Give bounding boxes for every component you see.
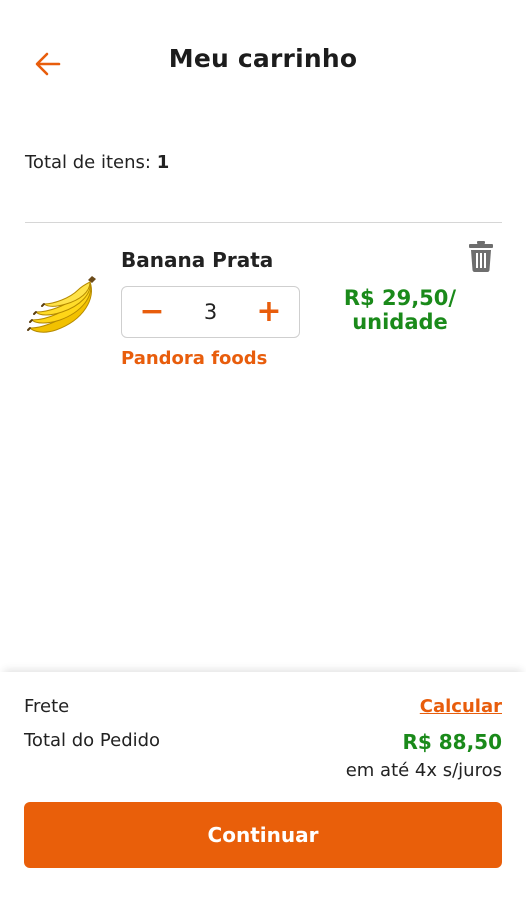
calculate-freight-link[interactable]: Calcular	[420, 696, 502, 717]
installments-text: em até 4x s/juros	[345, 760, 502, 781]
page-title: Meu carrinho	[168, 44, 358, 73]
order-total-label: Total do Pedido	[24, 730, 161, 751]
quantity-stepper: − 3 +	[121, 286, 300, 338]
order-total-value: R$ 88,50	[402, 730, 502, 754]
total-items-count: 1	[156, 152, 170, 173]
remove-item-button[interactable]	[465, 238, 497, 274]
cart-item: Banana Prata − 3 + Pandora foods R$ 29,5…	[0, 224, 526, 384]
increment-button[interactable]: +	[243, 287, 295, 337]
seller-name[interactable]: Pandora foods	[121, 348, 267, 369]
continue-button[interactable]: Continuar	[24, 802, 502, 868]
divider	[25, 222, 502, 223]
product-name: Banana Prata	[121, 248, 274, 272]
unit-price-unit: unidade	[352, 310, 448, 334]
trash-icon	[469, 241, 493, 272]
decrement-button[interactable]: −	[126, 287, 178, 337]
banana-image	[26, 274, 102, 336]
quantity-value: 3	[203, 300, 218, 324]
freight-label: Frete	[24, 696, 70, 717]
unit-price: R$ 29,50/ unidade	[320, 286, 480, 334]
checkout-footer: Frete Calcular Total do Pedido R$ 88,50 …	[0, 672, 526, 900]
app-header: Meu carrinho	[0, 0, 526, 124]
total-items-summary: Total de itens: 1	[25, 152, 169, 173]
unit-price-value: R$ 29,50/	[343, 286, 457, 310]
total-items-label: Total de itens:	[25, 152, 151, 173]
